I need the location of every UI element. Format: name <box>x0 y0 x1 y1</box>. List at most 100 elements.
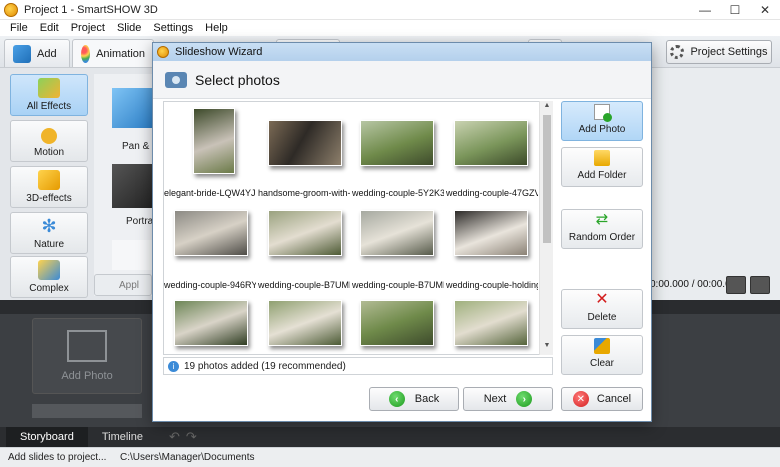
effect-category-nature[interactable]: ✻ Nature <box>10 212 88 254</box>
photo-thumb[interactable]: wedding-couple-B7UMH... <box>258 200 350 290</box>
add-photo-button[interactable]: Add Photo <box>561 101 643 141</box>
close-icon[interactable]: ✕ <box>750 0 780 20</box>
photo-thumb[interactable]: wedding-couple-5Y2K3P... <box>352 108 444 198</box>
photo-caption: wedding-couple-47GZVT... <box>446 188 538 198</box>
photo-grid: elegant-bride-LQW4YJE... handsome-groom-… <box>163 101 553 355</box>
tab-storyboard[interactable]: Storyboard <box>6 427 88 447</box>
cancel-x-icon: ✕ <box>572 391 589 407</box>
photo-image <box>360 300 434 346</box>
cancel-label: Cancel <box>596 393 632 405</box>
photo-thumb[interactable]: handsome-groom-with-fl... <box>258 108 350 198</box>
photo-image <box>454 210 528 256</box>
photo-caption: wedding-couple-B7UMH... <box>258 280 350 290</box>
photo-image <box>454 300 528 346</box>
next-label: Next <box>483 393 507 405</box>
menu-slide[interactable]: Slide <box>111 22 147 34</box>
add-photo-slot[interactable]: Add Photo <box>32 318 142 394</box>
clear-label: Clear <box>590 358 614 369</box>
effect-category-motion[interactable]: Motion <box>10 120 88 162</box>
scroll-up-icon[interactable]: ▲ <box>540 102 554 114</box>
apply-button[interactable]: Appl <box>94 274 152 296</box>
photo-thumb[interactable]: wedding-couple-B7UMH... <box>352 200 444 290</box>
plus-badge-icon <box>603 113 612 122</box>
random-order-button[interactable]: ⇄ Random Order <box>561 209 643 249</box>
snowflake-icon: ✻ <box>41 216 57 236</box>
tab-add[interactable]: Add <box>4 39 70 67</box>
add-photo-label: Add Photo <box>578 124 626 135</box>
redo-icon[interactable]: ↷ <box>186 429 197 445</box>
layers-icon <box>38 260 60 280</box>
photo-thumb[interactable]: wedding-couple-holding-... <box>446 200 538 290</box>
add-photo-icon <box>594 104 612 122</box>
photo-thumb[interactable]: wedding-couple-47GZVT... <box>446 108 538 198</box>
slideshow-wizard-dialog: Slideshow Wizard Select photos elegant-b… <box>152 42 652 422</box>
back-label: Back <box>414 393 440 405</box>
photo-thumb[interactable] <box>258 292 350 354</box>
status-path: C:\Users\Manager\Documents <box>120 452 255 463</box>
effect-thumb-panzoom[interactable] <box>112 88 154 128</box>
window-title: Project 1 - SmartSHOW 3D <box>24 3 158 16</box>
photo-grid-scrollbar[interactable]: ▲ ▼ <box>539 101 553 355</box>
photo-thumb[interactable]: elegant-bride-LQW4YJE... <box>164 108 256 198</box>
menu-settings[interactable]: Settings <box>147 22 199 34</box>
effects-preview-column <box>94 74 154 296</box>
photo-thumb[interactable] <box>164 292 256 354</box>
photo-image <box>193 108 235 174</box>
camera-icon <box>165 71 187 88</box>
shuffle-icon: ⇄ <box>595 211 609 228</box>
delete-button[interactable]: ✕ Delete <box>561 289 643 329</box>
clear-button[interactable]: Clear <box>561 335 643 375</box>
delete-label: Delete <box>587 312 617 323</box>
dialog-titlebar: Slideshow Wizard <box>153 43 651 61</box>
cube-icon <box>38 170 60 190</box>
dialog-header: Select photos <box>153 61 651 99</box>
effect-category-all[interactable]: All Effects <box>10 74 88 116</box>
scroll-thumb[interactable] <box>543 115 551 243</box>
photo-image <box>360 120 434 166</box>
photo-thumb[interactable] <box>446 292 538 354</box>
photo-caption: wedding-couple-946RYL... <box>164 280 256 290</box>
maximize-icon[interactable]: ☐ <box>720 0 750 20</box>
effect-category-label: Nature <box>33 239 64 250</box>
cancel-button[interactable]: ✕ Cancel <box>561 387 643 411</box>
effect-thumb-3[interactable] <box>112 240 154 270</box>
menu-edit[interactable]: Edit <box>34 22 65 34</box>
preview-icon[interactable] <box>750 276 770 294</box>
effect-category-3d[interactable]: 3D-effects <box>10 166 88 208</box>
move-arrows-icon <box>41 128 57 144</box>
effect-category-complex[interactable]: Complex <box>10 256 88 298</box>
effect-thumb-portrait[interactable] <box>112 164 154 208</box>
image-placeholder-icon <box>67 330 107 362</box>
tab-add-label: Add <box>37 47 57 60</box>
photo-thumb[interactable] <box>352 292 444 354</box>
tab-timeline[interactable]: Timeline <box>88 427 157 447</box>
back-button[interactable]: ‹ Back <box>369 387 459 411</box>
menu-file[interactable]: File <box>4 22 34 34</box>
project-settings-button[interactable]: Project Settings <box>666 40 772 64</box>
menu-help[interactable]: Help <box>199 22 234 34</box>
photo-image <box>268 210 342 256</box>
folder-icon <box>594 150 610 166</box>
scroll-down-icon[interactable]: ▼ <box>540 342 554 354</box>
photo-caption: elegant-bride-LQW4YJE... <box>164 188 256 198</box>
back-arrow-icon: ‹ <box>388 391 405 407</box>
photo-thumb[interactable]: wedding-couple-946RYL... <box>164 200 256 290</box>
photo-image <box>454 120 528 166</box>
add-folder-label: Add Folder <box>577 170 627 181</box>
gear-icon <box>670 45 685 59</box>
menu-project[interactable]: Project <box>65 22 111 34</box>
effect-category-label: Motion <box>33 147 64 158</box>
photo-image <box>360 210 434 256</box>
audio-track <box>32 404 142 418</box>
next-button[interactable]: Next › <box>463 387 553 411</box>
photo-caption: wedding-couple-holding-... <box>446 280 538 290</box>
minimize-icon[interactable]: — <box>690 0 720 20</box>
puzzle-icon <box>38 78 60 98</box>
photo-caption: handsome-groom-with-fl... <box>258 188 350 198</box>
tab-animation[interactable]: Animation <box>72 39 154 67</box>
tab-animation-label: Animation <box>96 47 145 60</box>
fullscreen-icon[interactable] <box>726 276 746 294</box>
undo-icon[interactable]: ↶ <box>169 429 180 445</box>
effect-category-label: 3D-effects <box>26 193 72 204</box>
add-folder-button[interactable]: Add Folder <box>561 147 643 187</box>
